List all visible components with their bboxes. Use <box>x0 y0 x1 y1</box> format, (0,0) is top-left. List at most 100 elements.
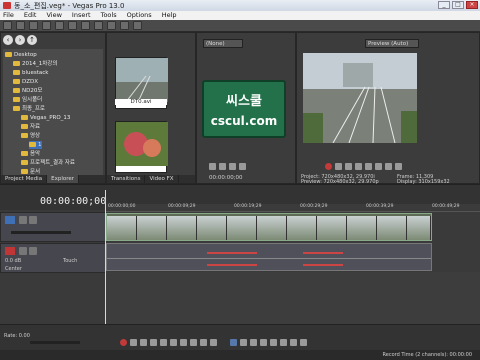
menu-options[interactable]: Options <box>127 11 152 20</box>
tree-item[interactable]: Vegas_PRO_13 <box>21 114 70 122</box>
tree-item-selected[interactable]: 1 <box>29 141 42 149</box>
menu-file[interactable]: File <box>3 11 14 20</box>
preset-dropdown[interactable]: (None) <box>203 39 243 48</box>
stop-icon[interactable] <box>170 339 177 346</box>
tree-item[interactable]: 자료 <box>21 123 40 131</box>
video-track-header[interactable] <box>0 212 106 242</box>
prev-frame-icon[interactable] <box>385 163 392 170</box>
paste-icon[interactable] <box>94 21 103 30</box>
play-from-start-icon[interactable] <box>345 163 352 170</box>
title-bar: 동_소_편집.veg* - Vegas Pro 13.0 _ □ × <box>0 0 480 11</box>
menu-tools[interactable]: Tools <box>101 11 117 20</box>
rate-slider[interactable] <box>30 341 80 344</box>
tab-explorer[interactable]: Explorer <box>47 175 79 183</box>
pause-icon[interactable] <box>365 163 372 170</box>
mute-icon[interactable] <box>19 247 27 255</box>
minimize-button[interactable]: _ <box>438 1 450 9</box>
loop-icon[interactable] <box>335 163 342 170</box>
playhead-cursor[interactable] <box>105 190 106 330</box>
up-icon[interactable]: ↑ <box>27 35 37 45</box>
tree-item[interactable]: 음악 <box>21 150 40 158</box>
maximize-button[interactable]: □ <box>452 1 464 9</box>
menu-insert[interactable]: Insert <box>72 11 91 20</box>
stop-icon[interactable] <box>239 163 246 170</box>
close-button[interactable]: × <box>466 1 478 9</box>
record-icon[interactable] <box>120 339 127 346</box>
pause-icon[interactable] <box>229 163 236 170</box>
back-icon[interactable]: ‹ <box>3 35 13 45</box>
snap-icon[interactable] <box>270 339 277 346</box>
menu-view[interactable]: View <box>46 11 61 20</box>
render-icon[interactable] <box>55 21 64 30</box>
auto-ripple-icon[interactable] <box>280 339 287 346</box>
tree-item[interactable]: Desktop <box>5 51 37 59</box>
video-event[interactable] <box>106 213 432 241</box>
folder-icon <box>21 160 28 165</box>
redo-icon[interactable] <box>120 21 129 30</box>
cut-icon[interactable] <box>68 21 77 30</box>
properties-icon[interactable] <box>42 21 51 30</box>
loop-icon[interactable] <box>209 163 216 170</box>
audio-touch[interactable]: Touch <box>63 258 77 264</box>
play-icon[interactable] <box>219 163 226 170</box>
zoom-tool-icon[interactable] <box>260 339 267 346</box>
timeline-ruler[interactable]: 00:00:00;00 00:00:09;29 00:00:19;29 00:0… <box>106 204 480 212</box>
play-icon[interactable] <box>355 163 362 170</box>
mute-icon[interactable] <box>19 216 27 224</box>
tree-item[interactable]: 임시폴더 <box>13 96 42 104</box>
tab-video-fx[interactable]: Video FX <box>145 175 179 183</box>
timeline-empty-area[interactable] <box>106 272 480 324</box>
play-from-start-icon[interactable] <box>140 339 147 346</box>
copy-icon[interactable] <box>81 21 90 30</box>
level-slider[interactable] <box>11 231 71 234</box>
docking-tabs-files: Transitions Video FX <box>107 175 195 183</box>
lock-icon[interactable] <box>290 339 297 346</box>
audio-event[interactable] <box>106 243 432 271</box>
save-icon[interactable] <box>29 21 38 30</box>
loop-icon[interactable] <box>130 339 137 346</box>
solo-icon[interactable] <box>29 247 37 255</box>
next-frame-icon[interactable] <box>395 163 402 170</box>
banner-korean: 씨스쿨 <box>226 94 262 109</box>
audio-waveform <box>207 264 257 266</box>
open-icon[interactable] <box>16 21 25 30</box>
envelope-tool-icon[interactable] <box>240 339 247 346</box>
video-frame-thumb <box>317 216 347 240</box>
go-to-end-icon[interactable] <box>190 339 197 346</box>
go-to-start-icon[interactable] <box>180 339 187 346</box>
tab-transitions[interactable]: Transitions <box>107 175 146 183</box>
preview-quality-dropdown[interactable]: Preview (Auto) <box>365 39 419 48</box>
record-icon[interactable] <box>325 163 332 170</box>
tree-item[interactable]: DZDX <box>13 78 38 86</box>
help-icon[interactable] <box>133 21 142 30</box>
tree-item[interactable]: ND20모 <box>13 87 42 95</box>
tree-item[interactable]: 프로젝트_결과 자료 <box>21 159 75 167</box>
banner-url: cscul.com <box>210 114 278 128</box>
menu-edit[interactable]: Edit <box>24 11 37 20</box>
tree-item[interactable]: bluestack <box>13 69 49 77</box>
marker-icon[interactable] <box>300 339 307 346</box>
next-frame-icon[interactable] <box>210 339 217 346</box>
tree-item[interactable]: 최종_프로 <box>13 105 45 113</box>
solo-icon[interactable] <box>29 216 37 224</box>
ruler-tick-label: 00:00:00;00 <box>108 204 136 209</box>
new-project-icon[interactable] <box>3 21 12 30</box>
audio-track-header[interactable]: 0.0 dB Touch Center <box>0 243 106 273</box>
ruler-tick-label: 00:00:09;29 <box>168 204 196 209</box>
undo-icon[interactable] <box>107 21 116 30</box>
folder-icon <box>21 115 28 120</box>
prev-frame-icon[interactable] <box>200 339 207 346</box>
stop-icon[interactable] <box>375 163 382 170</box>
tab-project-media[interactable]: Project Media <box>1 175 48 183</box>
tree-item[interactable]: 2014_1차강의 <box>13 60 57 68</box>
selection-tool-icon[interactable] <box>250 339 257 346</box>
tree-item[interactable]: 영상 <box>21 132 40 140</box>
menu-help[interactable]: Help <box>162 11 177 20</box>
pause-icon[interactable] <box>160 339 167 346</box>
play-icon[interactable] <box>150 339 157 346</box>
trimmer-transport <box>209 163 246 170</box>
forward-icon[interactable]: › <box>15 35 25 45</box>
file-thumbnail[interactable] <box>115 121 168 173</box>
video-thumbnail-icon <box>116 58 168 103</box>
normal-edit-tool-icon[interactable] <box>230 339 237 346</box>
